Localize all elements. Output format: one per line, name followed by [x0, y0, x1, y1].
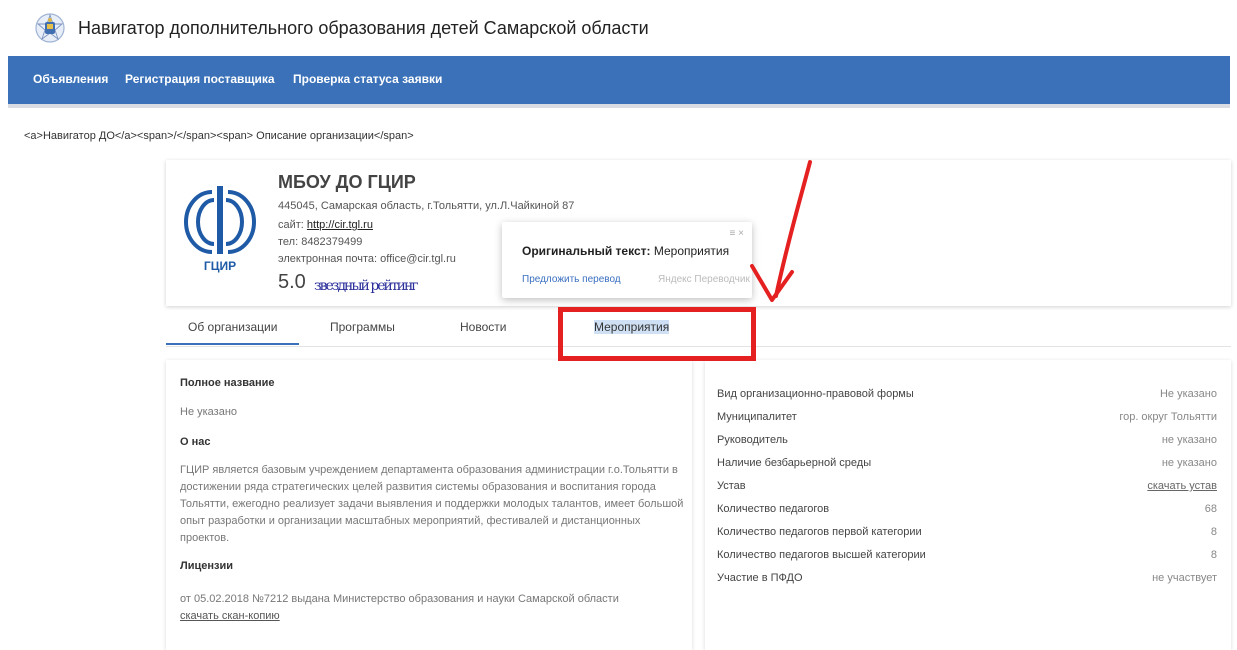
detail-value: гор. округ Тольятти [1119, 411, 1217, 423]
detail-label: Устав [717, 480, 746, 492]
gcir-logo-icon: ГЦИР [184, 186, 256, 273]
nav-item-announcements[interactable]: Объявления [33, 72, 108, 86]
download-scan-link[interactable]: скачать скан-копию [180, 610, 280, 622]
annotation-highlight-box [558, 307, 756, 361]
detail-row: Наличие безбарьерной среды не указано [717, 457, 1217, 480]
main-navbar: Объявления Регистрация поставщика Провер… [8, 56, 1230, 108]
detail-row: Муниципалитет гор. округ Тольятти [717, 411, 1217, 434]
detail-label: Руководитель [717, 434, 788, 446]
details-panel: Вид организационно-правовой формы Не ука… [705, 360, 1231, 650]
licenses-heading: Лицензии [180, 560, 233, 572]
nav-item-provider-registration[interactable]: Регистрация поставщика [125, 72, 275, 86]
organization-name: МБОУ ДО ГЦИР [278, 172, 416, 192]
gcir-logo-text: ГЦИР [204, 259, 236, 273]
detail-value: не указано [1161, 434, 1217, 446]
organization-site: сайт: http://cir.tgl.ru [278, 219, 373, 231]
detail-label: Наличие безбарьерной среды [717, 457, 872, 469]
license-text: от 05.02.2018 №7212 выдана Министерство … [180, 593, 619, 605]
popup-controls-icon[interactable]: ≡ × [730, 228, 744, 239]
detail-row: Количество педагогов 68 [717, 503, 1217, 526]
detail-label: Количество педагогов [717, 503, 830, 515]
detail-row: Устав скачать устав [717, 480, 1217, 503]
organization-email: электронная почта: office@cir.tgl.ru [278, 253, 456, 265]
detail-row: Вид организационно-правовой формы Не ука… [717, 388, 1217, 411]
detail-label: Количество педагогов первой категории [717, 526, 922, 538]
download-charter-link[interactable]: скачать устав [1147, 480, 1217, 492]
active-tab-indicator [166, 343, 299, 345]
site-label: сайт: [278, 219, 307, 231]
yandex-translate-brand[interactable]: Яндекс Переводчик [658, 274, 750, 285]
detail-label: Муниципалитет [717, 411, 797, 423]
tab-about[interactable]: Об организации [188, 320, 277, 334]
popup-original-text: Оригинальный текст: Мероприятия [522, 244, 729, 258]
suggest-translation-link[interactable]: Предложить перевод [522, 274, 621, 285]
detail-label: Вид организационно-правовой формы [717, 388, 914, 400]
detail-row: Количество педагогов первой категории 8 [717, 526, 1217, 549]
popup-original-label: Оригинальный текст: [522, 244, 651, 258]
license-scan: скачать скан-копию [180, 608, 690, 625]
rating-garbled-text: звездный рейтинг [314, 278, 419, 294]
detail-row: Руководитель не указано [717, 434, 1217, 457]
detail-label: Участие в ПФДО [717, 572, 803, 584]
navbar-shadow [8, 104, 1230, 108]
detail-value: 8 [1210, 526, 1217, 538]
organization-address: 445045, Самарская область, г.Тольятти, у… [278, 200, 575, 212]
detail-value: 68 [1204, 503, 1217, 515]
breadcrumb[interactable]: <a>Навигатор ДО</a><span>/</span><span> … [24, 130, 414, 142]
popup-original-value: Мероприятия [653, 244, 730, 258]
organization-site-link[interactable]: http://cir.tgl.ru [307, 219, 373, 231]
detail-value: не участвует [1152, 572, 1217, 584]
samara-region-logo-icon[interactable] [34, 12, 66, 44]
about-us-text: ГЦИР является базовым учреждением департ… [180, 464, 684, 544]
tab-news[interactable]: Новости [460, 320, 506, 334]
site-header: Навигатор дополнительного образования де… [0, 0, 1237, 56]
translate-popup: ≡ × Оригинальный текст: Мероприятия Пред… [502, 222, 752, 298]
detail-row: Участие в ПФДО не участвует [717, 572, 1217, 595]
nav-item-check-application-status[interactable]: Проверка статуса заявки [293, 72, 442, 86]
detail-value: 8 [1210, 549, 1217, 561]
tab-programs[interactable]: Программы [330, 320, 395, 334]
detail-row: Количество педагогов высшей категории 8 [717, 549, 1217, 572]
detail-value: Не указано [1159, 388, 1217, 400]
organization-rating: 5.0 [278, 271, 306, 293]
organization-phone: тел: 8482379499 [278, 236, 363, 248]
detail-value: не указано [1161, 457, 1217, 469]
full-name-value: Не указано [180, 406, 238, 418]
about-us-heading: О нас [180, 436, 211, 448]
about-panel: Полное название Не указано О нас ГЦИР яв… [166, 360, 692, 650]
site-title: Навигатор дополнительного образования де… [78, 18, 649, 38]
detail-label: Количество педагогов высшей категории [717, 549, 926, 561]
full-name-heading: Полное название [180, 377, 275, 389]
